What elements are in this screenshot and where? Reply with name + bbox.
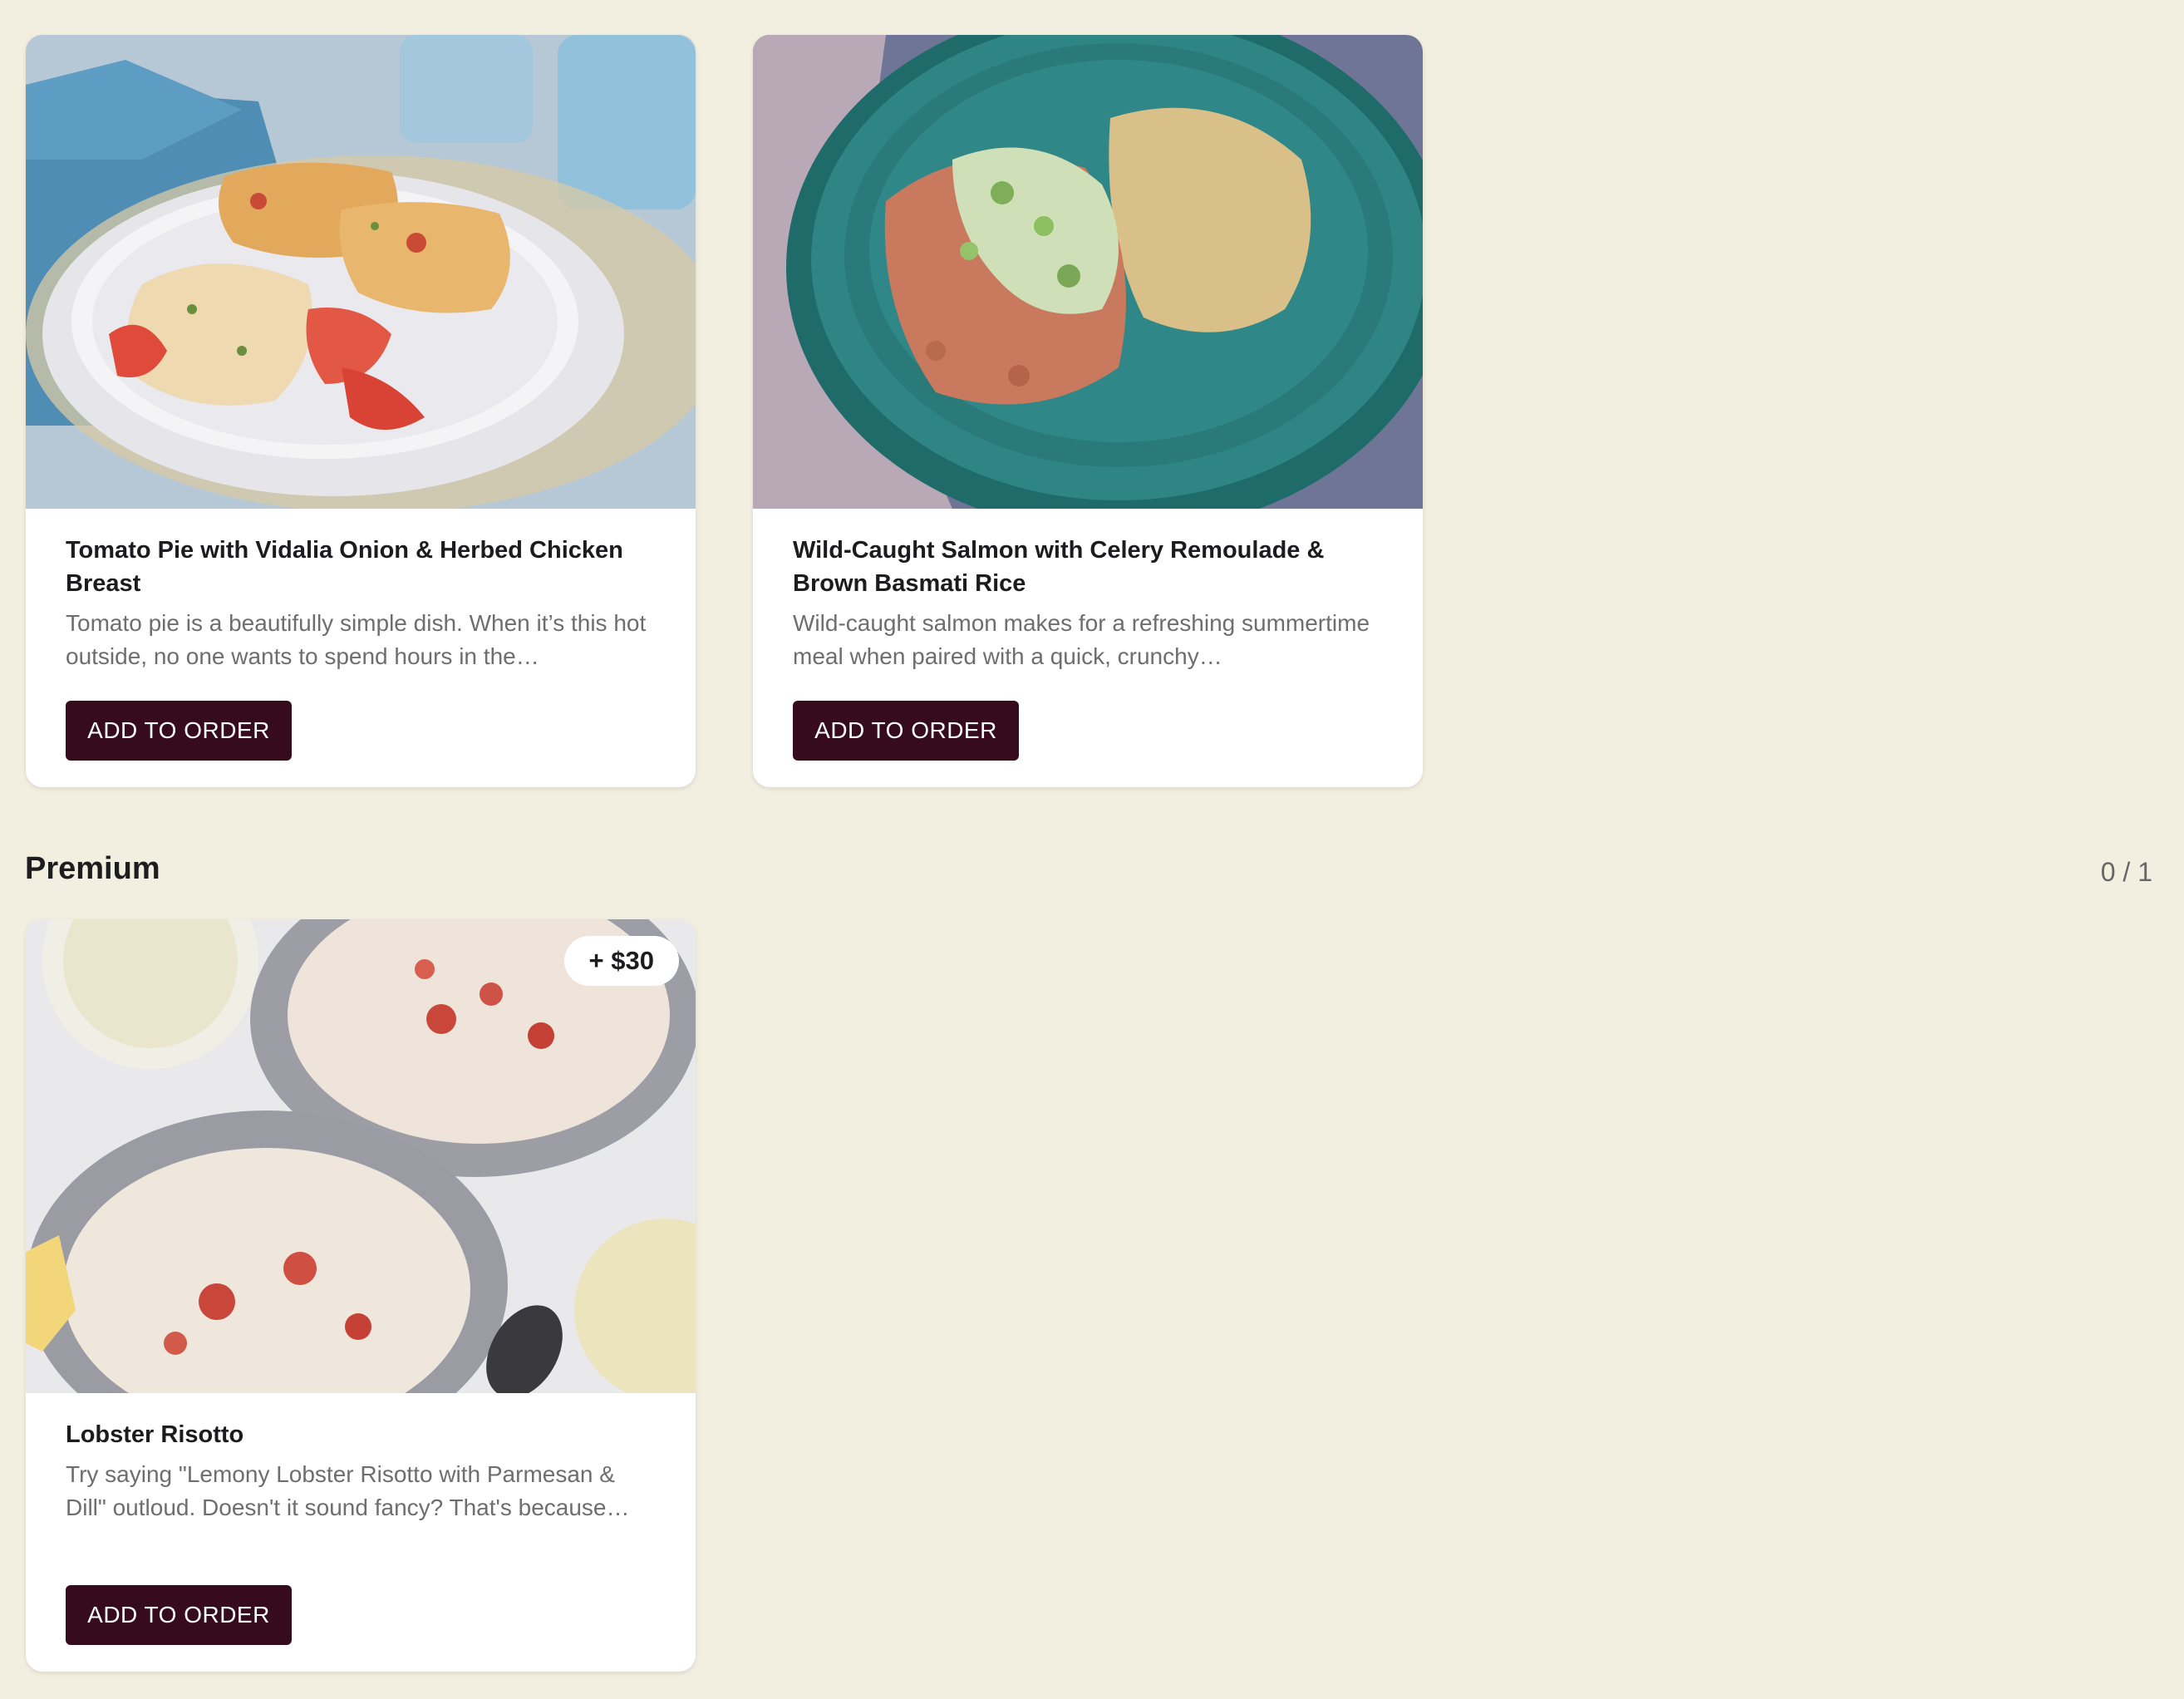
section-title-premium: Premium: [25, 851, 160, 886]
premium-selection-count: 0 / 1: [2100, 857, 2152, 887]
meal-card-salmon: Wild-Caught Salmon with Celery Remoulade…: [753, 35, 1423, 787]
meal-title: Tomato Pie with Vidalia Onion & Herbed C…: [66, 537, 623, 597]
price-badge: + $30: [563, 936, 679, 986]
meal-title: Lobster Risotto: [66, 1421, 244, 1448]
meal-photo-tomato-pie[interactable]: [26, 35, 696, 509]
meal-description: Wild-caught salmon makes for a refreshin…: [793, 610, 1370, 669]
meal-title: Wild-Caught Salmon with Celery Remoulade…: [793, 537, 1325, 597]
add-to-order-button[interactable]: ADD TO ORDER: [66, 701, 292, 761]
meal-description: Tomato pie is a beautifully simple dish.…: [66, 610, 647, 669]
meal-photo-salmon[interactable]: [753, 35, 1423, 509]
add-to-order-button[interactable]: ADD TO ORDER: [66, 1585, 292, 1645]
add-to-order-button[interactable]: ADD TO ORDER: [793, 701, 1019, 761]
meal-card-tomato-pie: Tomato Pie with Vidalia Onion & Herbed C…: [26, 35, 696, 787]
meal-card-lobster-risotto: + $30 Lobster Risotto Try saying "Lemony…: [26, 919, 696, 1672]
meal-description: Try saying "Lemony Lobster Risotto with …: [66, 1461, 630, 1520]
meal-photo-lobster-risotto[interactable]: + $30: [26, 919, 696, 1393]
